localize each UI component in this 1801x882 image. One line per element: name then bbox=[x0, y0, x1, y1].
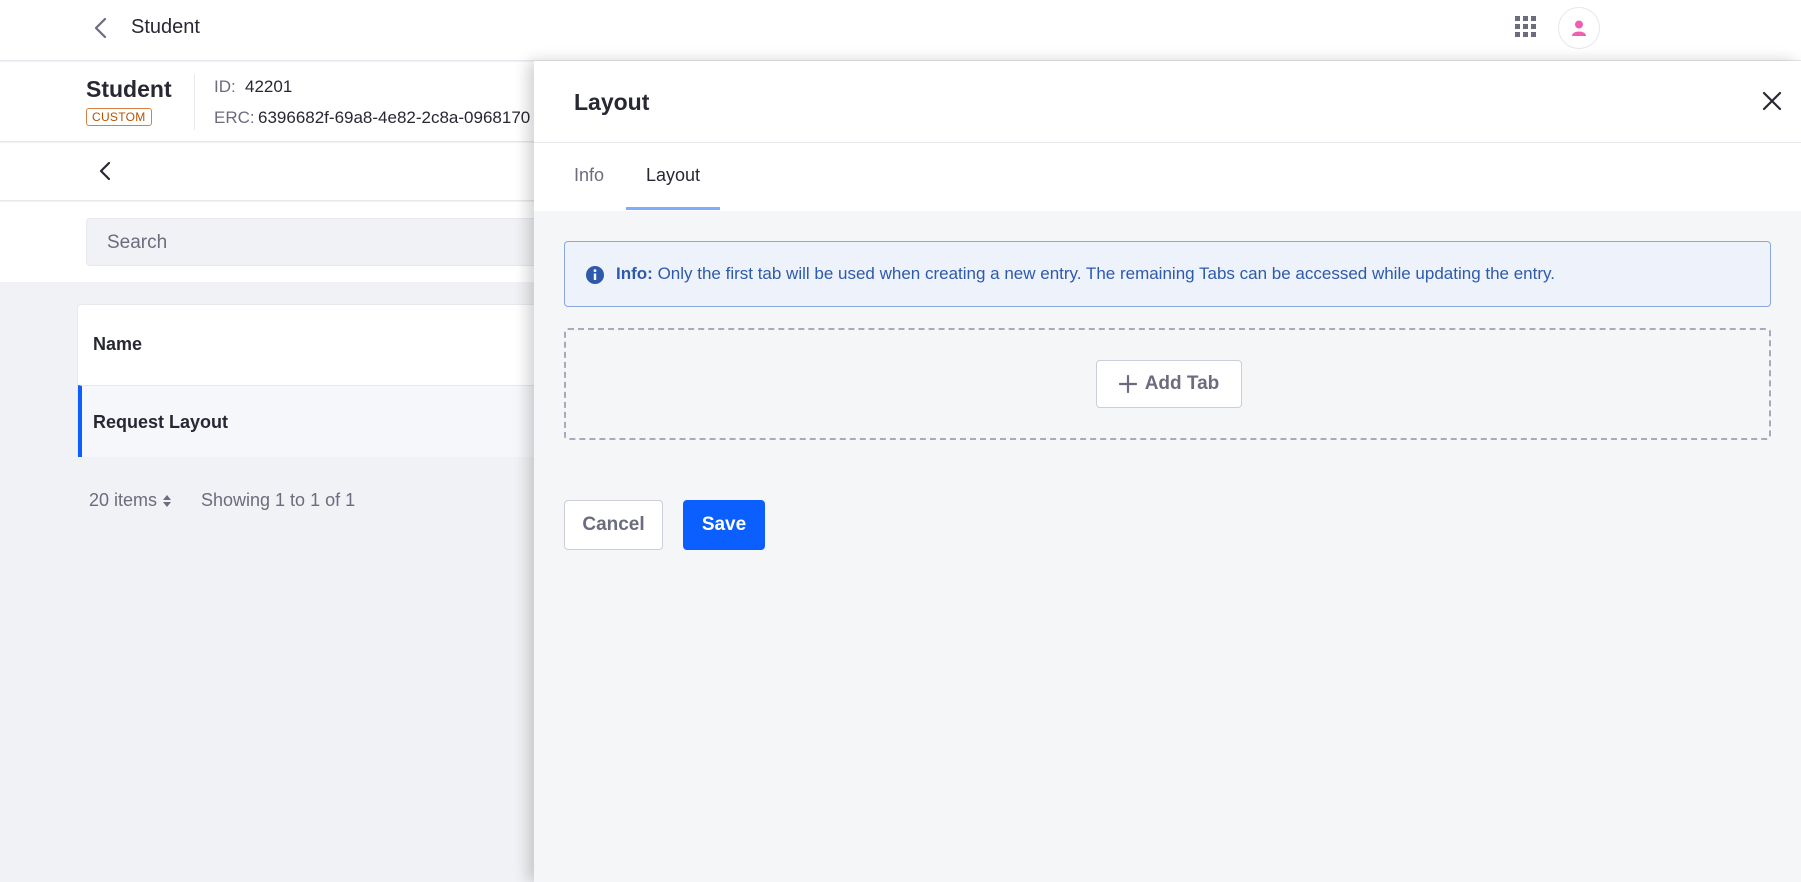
apps-grid-icon[interactable] bbox=[1515, 16, 1537, 38]
sort-caret-icon bbox=[163, 494, 172, 507]
id-value: 42201 bbox=[245, 77, 293, 96]
panel-header: Layout bbox=[534, 61, 1801, 143]
add-tab-label: Add Tab bbox=[1144, 373, 1220, 394]
erc-value: 6396682f-69a8-4e82-2c8a-0968170 bbox=[258, 108, 531, 127]
showing-results-text: Showing 1 to 1 of 1 bbox=[201, 490, 356, 510]
id-label: ID: bbox=[214, 77, 236, 96]
page-title: Student bbox=[131, 16, 200, 38]
tab-layout[interactable]: Layout bbox=[646, 165, 700, 186]
row-name[interactable]: Request Layout bbox=[93, 412, 228, 433]
info-alert-message: Only the first tab will be used when cre… bbox=[657, 264, 1555, 283]
avatar[interactable] bbox=[1558, 7, 1600, 49]
layout-side-panel: Layout Info Layout Info: Only the first … bbox=[534, 61, 1801, 882]
info-circle-icon bbox=[585, 265, 605, 285]
panel-tabs: Info Layout bbox=[534, 143, 1801, 211]
plus-icon bbox=[1118, 375, 1137, 393]
close-icon[interactable] bbox=[1760, 89, 1784, 113]
object-name: Student bbox=[86, 76, 172, 102]
tab-info[interactable]: Info bbox=[574, 165, 604, 186]
header-divider bbox=[194, 74, 195, 130]
collapse-chevron-icon[interactable] bbox=[96, 160, 116, 182]
pagination: 20 items Showing 1 to 1 of 1 bbox=[89, 490, 355, 511]
save-button[interactable]: Save bbox=[683, 500, 765, 550]
info-alert-text: Info: Only the first tab will be used wh… bbox=[616, 264, 1555, 284]
active-tab-indicator bbox=[626, 207, 720, 210]
items-per-page-select[interactable]: 20 items bbox=[89, 490, 172, 511]
add-tab-button[interactable]: Add Tab bbox=[1096, 360, 1242, 408]
tabs-dropzone: Add Tab bbox=[564, 328, 1771, 440]
panel-title: Layout bbox=[574, 89, 650, 115]
custom-badge: CUSTOM bbox=[86, 108, 152, 126]
cancel-button[interactable]: Cancel bbox=[564, 500, 663, 550]
back-chevron-icon[interactable] bbox=[90, 16, 112, 40]
info-alert: Info: Only the first tab will be used wh… bbox=[564, 241, 1771, 307]
user-icon bbox=[1572, 20, 1586, 36]
items-per-page-label: 20 items bbox=[89, 490, 158, 510]
column-header-name[interactable]: Name bbox=[93, 334, 142, 355]
top-bar: Student bbox=[0, 0, 1801, 61]
info-alert-prefix: Info: bbox=[616, 264, 653, 283]
erc-label: ERC: bbox=[214, 108, 255, 127]
